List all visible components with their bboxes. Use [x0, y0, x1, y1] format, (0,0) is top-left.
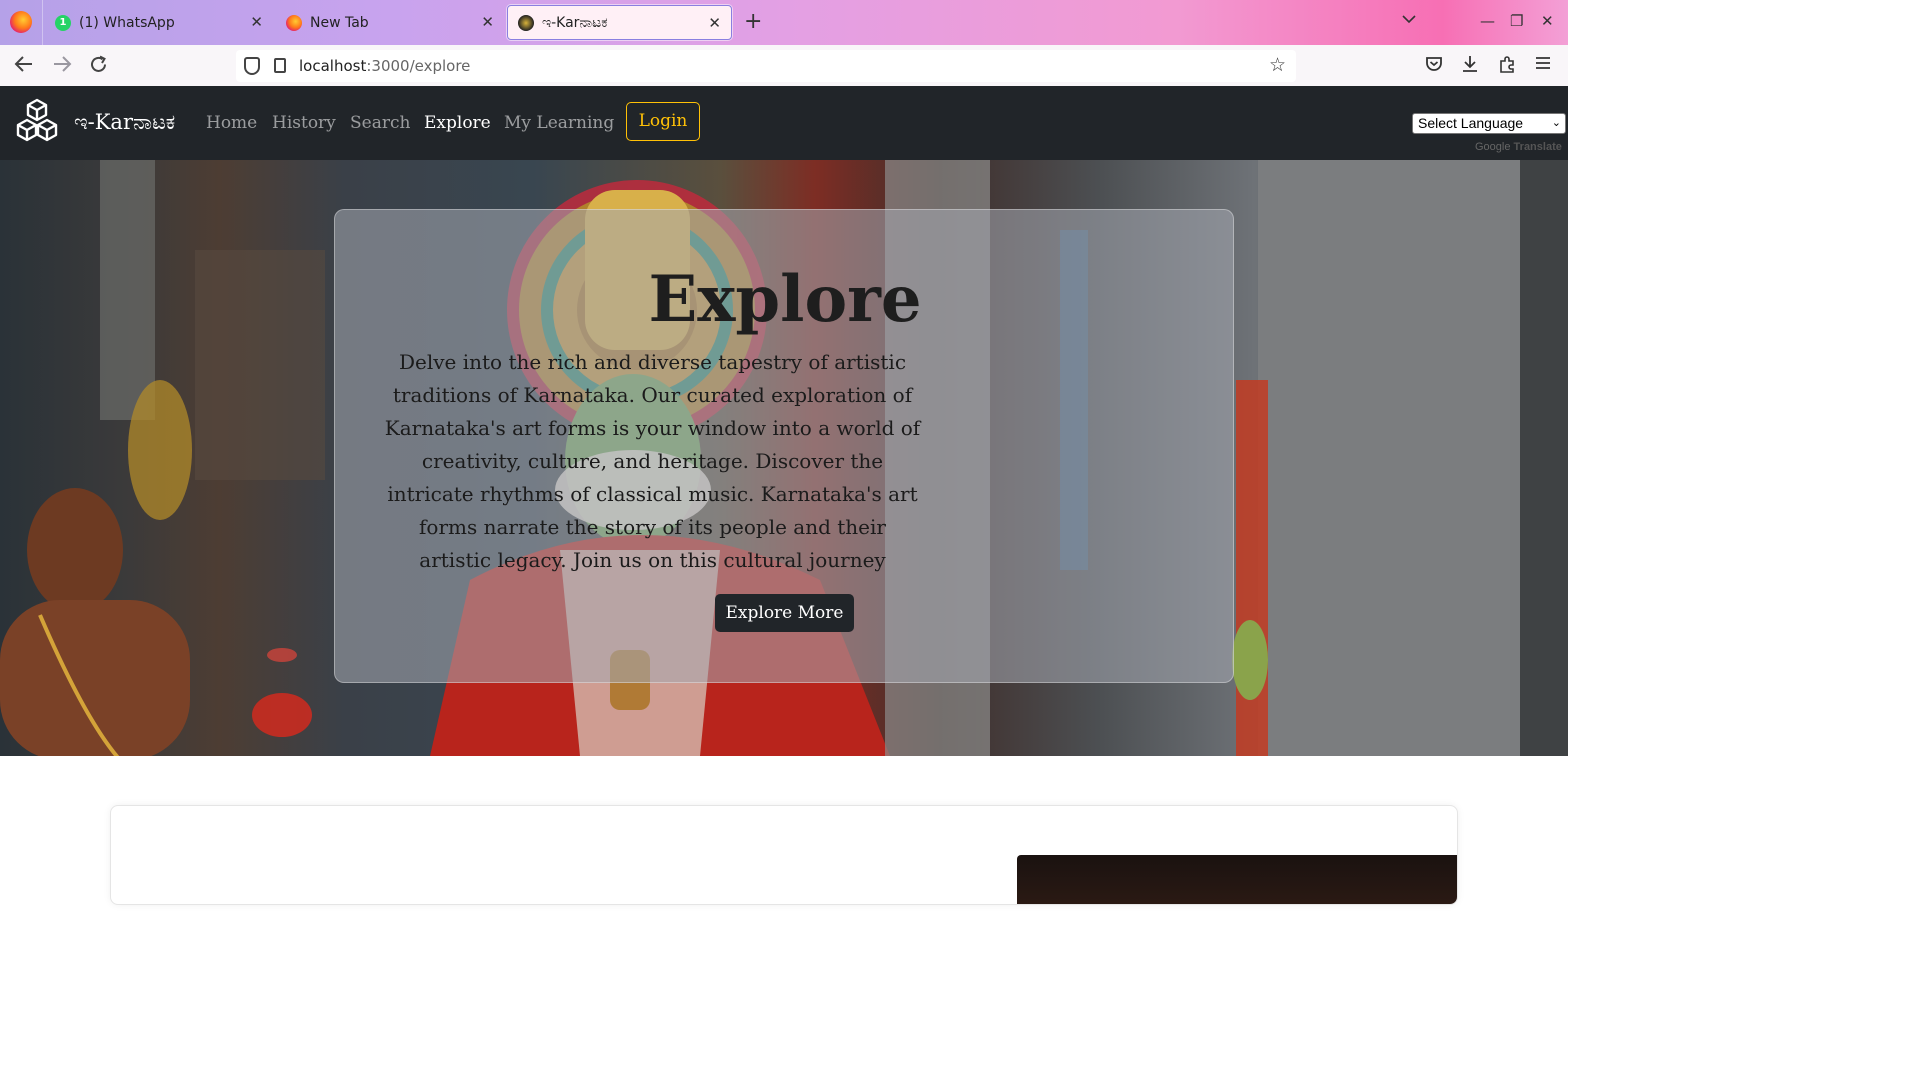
nav-my-learning[interactable]: My Learning [504, 113, 614, 133]
close-tab-icon[interactable]: ✕ [250, 13, 263, 31]
whatsapp-icon: 1 [55, 14, 71, 31]
tab-title: ಇ-Karನಾಟಕ [542, 14, 608, 31]
tracking-protection-icon[interactable] [244, 57, 260, 75]
minimize-icon[interactable]: — [1480, 12, 1495, 30]
tab-whatsapp[interactable]: 1 (1) WhatsApp ✕ [45, 5, 273, 40]
nav-history[interactable]: History [272, 113, 336, 133]
hero-card: Explore Delve into the rich and diverse … [334, 209, 1234, 683]
firefox-icon [286, 14, 302, 31]
extensions-icon[interactable] [1498, 55, 1516, 78]
tab-e-karnataka[interactable]: ಇ-Karನಾಟಕ ✕ [507, 5, 732, 40]
tab-divider [42, 0, 43, 45]
app-menu-icon[interactable] [1535, 55, 1551, 76]
site-brand[interactable]: ಇ-Karನಾಟಕ [74, 110, 175, 135]
google-translate-credit[interactable]: Google Translate [1475, 141, 1562, 153]
hero-section: Explore Delve into the rich and diverse … [0, 160, 1568, 756]
firefox-menu-icon[interactable] [10, 11, 32, 33]
content-image [1017, 855, 1457, 904]
tab-title: (1) WhatsApp [79, 14, 175, 31]
hero-title: Explore [648, 262, 922, 337]
site-icon [518, 14, 534, 31]
explore-more-button[interactable]: Explore More [715, 594, 854, 632]
url-path: :3000/explore [366, 57, 471, 75]
browser-tab-strip: 1 (1) WhatsApp ✕ New Tab ✕ ಇ-Karನಾಟಕ ✕ +… [0, 0, 1568, 45]
restore-icon[interactable]: ❐ [1510, 12, 1523, 30]
login-button[interactable]: Login [626, 102, 700, 141]
translate-label: Translate [1513, 141, 1562, 153]
list-all-tabs-icon[interactable] [1402, 12, 1416, 28]
language-select[interactable]: Select Language ⌄ [1412, 113, 1566, 134]
hero-description: Delve into the rich and diverse tapestry… [384, 350, 921, 572]
nav-explore[interactable]: Explore [424, 113, 491, 133]
language-select-value: Select Language [1418, 115, 1524, 131]
nav-search[interactable]: Search [350, 113, 410, 133]
reload-icon[interactable] [89, 55, 108, 79]
tab-new-tab[interactable]: New Tab ✕ [276, 5, 504, 40]
close-tab-icon[interactable]: ✕ [708, 14, 721, 32]
url-host: localhost [299, 57, 367, 75]
downloads-icon[interactable] [1461, 55, 1479, 78]
url-text[interactable]: localhost:3000/explore [299, 57, 470, 75]
back-icon[interactable] [14, 55, 34, 78]
site-navbar: ಇ-Karನಾಟಕ Home History Search Explore My… [0, 86, 1568, 160]
nav-home[interactable]: Home [206, 113, 257, 133]
forward-icon[interactable] [52, 55, 72, 78]
chevron-down-icon: ⌄ [1551, 117, 1561, 129]
new-tab-plus-icon[interactable]: + [744, 10, 762, 34]
pocket-icon[interactable] [1425, 55, 1443, 78]
tab-title: New Tab [310, 14, 369, 31]
bookmark-star-icon[interactable]: ☆ [1269, 54, 1286, 76]
google-label: Google [1475, 141, 1511, 153]
content-card [110, 805, 1458, 905]
close-window-icon[interactable]: ✕ [1541, 12, 1554, 30]
cubes-logo-icon[interactable] [15, 98, 59, 146]
close-tab-icon[interactable]: ✕ [481, 13, 494, 31]
page-info-icon[interactable] [274, 58, 286, 73]
